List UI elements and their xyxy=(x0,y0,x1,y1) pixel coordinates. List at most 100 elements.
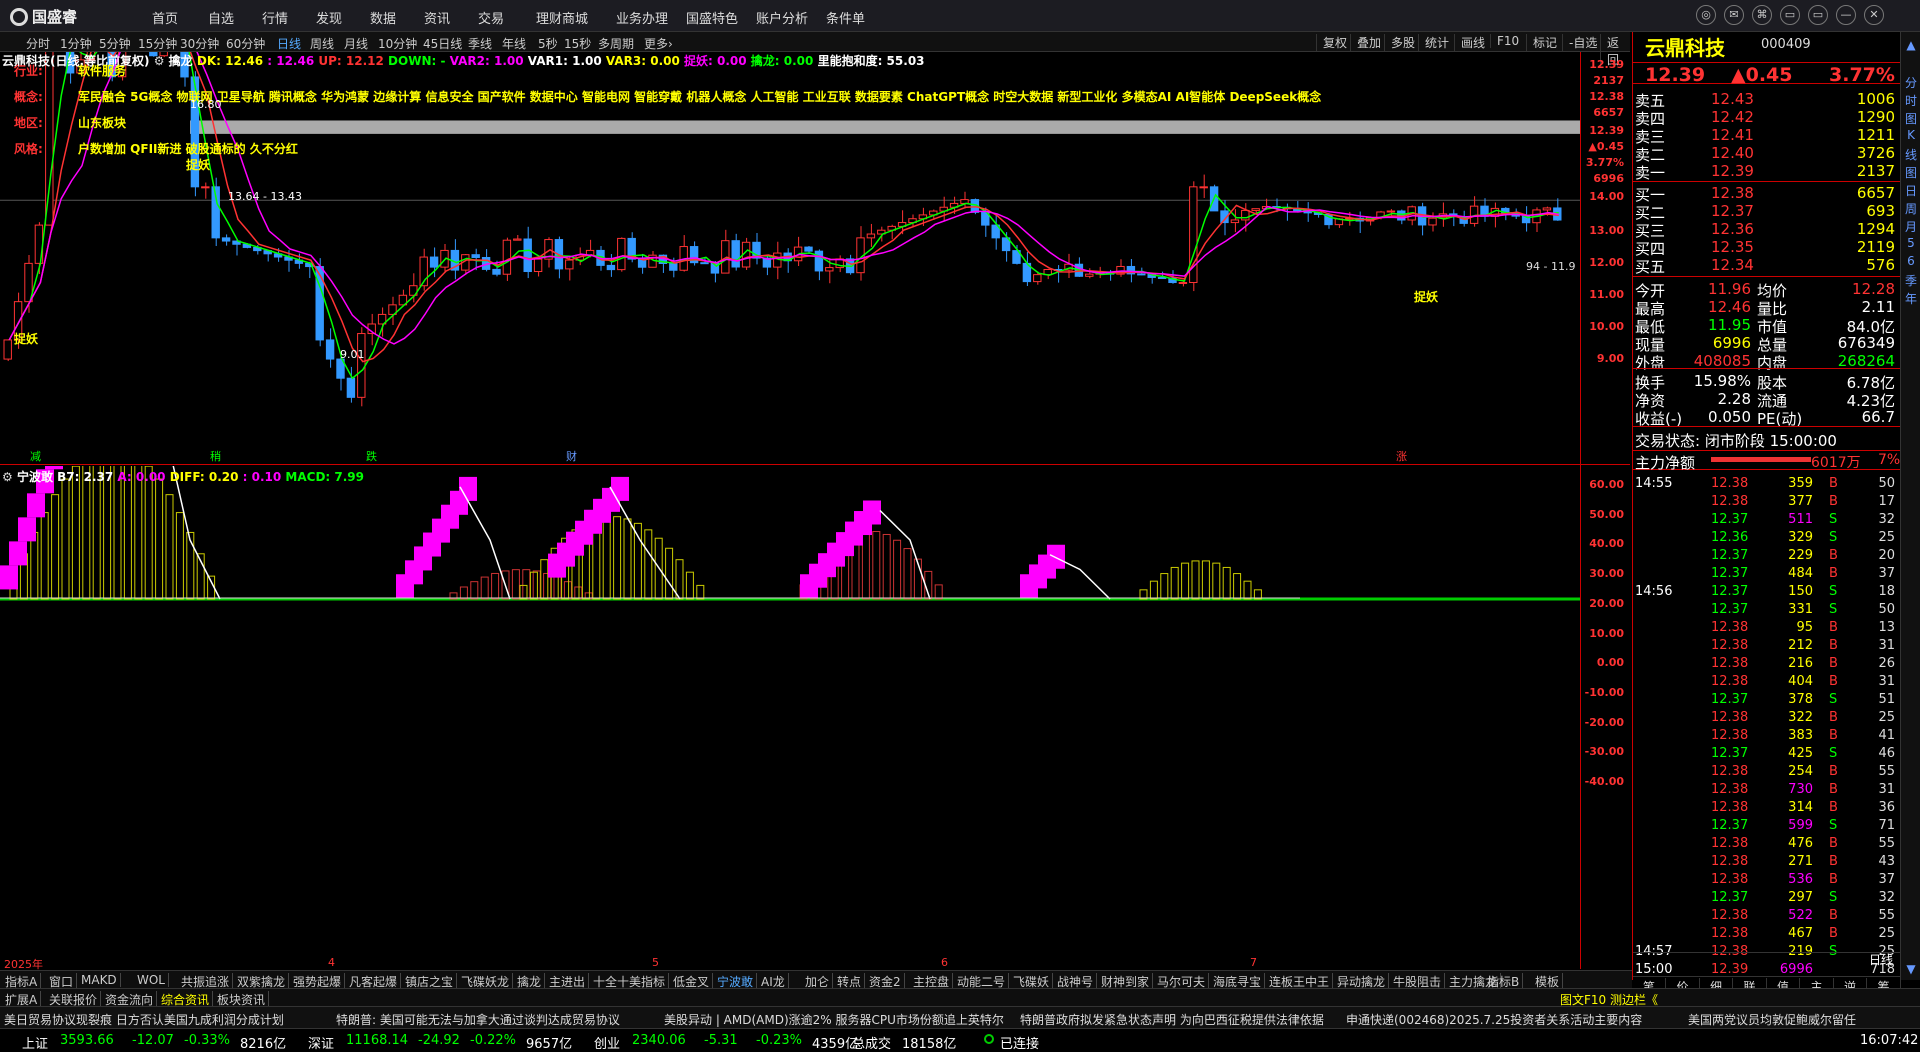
bid-price: 12.35 xyxy=(1711,238,1754,256)
menu-item[interactable]: 行情 xyxy=(262,8,288,27)
bid-row[interactable]: 买一 12.38 6657 xyxy=(1633,184,1901,204)
gear-icon[interactable]: ⚙ xyxy=(154,54,169,68)
window-button[interactable]: ▭ xyxy=(1780,5,1800,25)
menu-item[interactable]: 理财商城 xyxy=(536,8,588,27)
window-button[interactable]: — xyxy=(1836,5,1856,25)
trade-row: 12.38 730 B 31 xyxy=(1633,782,1901,800)
trade-side: B xyxy=(1829,908,1838,923)
sidebar-item[interactable]: 图 xyxy=(1901,110,1920,127)
indicator-tab[interactable]: WOL xyxy=(134,973,169,987)
menu-item[interactable]: 条件单 xyxy=(826,8,865,27)
window-button[interactable]: ▭ xyxy=(1808,5,1828,25)
sidebar-item[interactable]: 线 xyxy=(1901,146,1920,163)
index-name[interactable]: 上证 xyxy=(22,1033,48,1052)
menu-item[interactable]: 资讯 xyxy=(424,8,450,27)
period-tab[interactable]: 多周期 xyxy=(598,35,634,52)
menu-item[interactable]: 自选 xyxy=(208,8,234,27)
news-item[interactable]: 特朗普政府拟发紧急状态声明 为向巴西征税提供法律依据 xyxy=(1020,1011,1324,1028)
gear-icon[interactable]: ⚙ xyxy=(2,470,17,484)
candle-body xyxy=(221,237,231,242)
news-item[interactable]: 美股异动 | AMD(AMD)涨逾2% 服务器CPU市场份额追上英特尔 xyxy=(664,1011,1004,1028)
sidebar-item[interactable]: 月 xyxy=(1901,218,1920,235)
period-tab[interactable]: 5分钟 xyxy=(99,35,131,52)
sidebar-item[interactable]: ▼ xyxy=(1901,962,1920,976)
window-button[interactable]: ⌘ xyxy=(1752,5,1772,25)
sidebar-item[interactable]: 时 xyxy=(1901,92,1920,109)
period-tab[interactable]: 月线 xyxy=(344,35,368,52)
sidebar-item[interactable]: 周 xyxy=(1901,200,1920,217)
chart-tool-button[interactable]: 统计 xyxy=(1418,34,1449,51)
period-tab[interactable]: 更多› xyxy=(644,35,673,52)
kline-svg xyxy=(0,0,1580,407)
ask-row[interactable]: 卖一 12.39 2137 xyxy=(1633,162,1901,182)
index-name[interactable]: 深证 xyxy=(308,1033,334,1052)
chart-tool-button[interactable]: 多股 xyxy=(1384,34,1415,51)
sidebar-item[interactable]: 季 xyxy=(1901,272,1920,289)
chart-tool-button[interactable]: 复权 xyxy=(1316,34,1347,51)
indicator-tab[interactable]: MAKD xyxy=(78,973,121,987)
bid-row[interactable]: 买三 12.36 1294 xyxy=(1633,220,1901,240)
ask-row[interactable]: 卖五 12.43 1006 xyxy=(1633,90,1901,110)
chart-tool-button[interactable]: F10 xyxy=(1490,34,1519,48)
ask-row[interactable]: 卖三 12.41 1211 xyxy=(1633,126,1901,146)
menu-item[interactable]: 国盛特色 xyxy=(686,8,738,27)
window-button[interactable]: ◎ xyxy=(1696,5,1716,25)
bid-row[interactable]: 买四 12.35 2119 xyxy=(1633,238,1901,258)
trade-price: 12.38 xyxy=(1711,764,1749,779)
news-item[interactable]: 特朗普: 美国可能无法与加拿大通过谈判达成贸易协议 xyxy=(336,1011,620,1028)
period-tab[interactable]: 60分钟 xyxy=(226,35,265,52)
kline-chart[interactable]: 云鼎科技(日线,等比前复权) ⚙ 擒龙 DK: 12.46 : 12.46 UP… xyxy=(0,0,1630,465)
news-item[interactable]: 美国两党议员均敦促鲍威尔留任 xyxy=(1688,1011,1856,1028)
window-button[interactable]: ✕ xyxy=(1864,5,1884,25)
candle-body xyxy=(866,233,876,239)
chart-tool-button[interactable]: -自选 xyxy=(1562,34,1597,51)
index-name[interactable]: 创业 xyxy=(594,1033,620,1052)
trade-count: 71 xyxy=(1878,818,1895,833)
sidebar-item[interactable]: 图 xyxy=(1901,164,1920,181)
news-item[interactable]: 申通快递(002468)2025.7.25投资者关系活动主要内容 xyxy=(1346,1011,1642,1028)
menu-item[interactable]: 数据 xyxy=(370,8,396,27)
period-tab[interactable]: 15分钟 xyxy=(138,35,177,52)
period-tab[interactable]: 季线 xyxy=(468,35,492,52)
period-tab[interactable]: 分时 xyxy=(26,35,50,52)
chart-tool-button[interactable]: 叠加 xyxy=(1350,34,1381,51)
sidebar-item[interactable]: 5 xyxy=(1901,236,1920,250)
menu-item[interactable]: 业务办理 xyxy=(616,8,668,27)
bid-volume: 1294 xyxy=(1856,220,1895,238)
sidebar-item[interactable]: ▲ xyxy=(1901,38,1920,52)
trade-list[interactable]: 14:55 12.38 359 B 50 12.38 377 B 17 12.37 511 S 32 12… xyxy=(1633,476,1901,977)
window-button[interactable]: ✉ xyxy=(1724,5,1744,25)
menu-item[interactable]: 交易 xyxy=(478,8,504,27)
trade-row: 12.38 212 B 31 xyxy=(1633,638,1901,656)
sidebar-item[interactable]: 日 xyxy=(1901,182,1920,199)
period-tab[interactable]: 45日线 xyxy=(423,35,462,52)
period-tab[interactable]: 1分钟 xyxy=(60,35,92,52)
stock-name: 云鼎科技 xyxy=(1645,36,1725,60)
chart-tool-button[interactable]: 标记 xyxy=(1526,34,1557,51)
sidebar-item[interactable]: K xyxy=(1901,128,1920,142)
ask-volume: 1211 xyxy=(1856,126,1895,144)
sidebar-item[interactable]: 分 xyxy=(1901,74,1920,91)
period-tab[interactable]: 周线 xyxy=(310,35,334,52)
trade-price: 12.37 xyxy=(1711,566,1749,581)
ask-row[interactable]: 卖四 12.42 1290 xyxy=(1633,108,1901,128)
menu-item[interactable]: 首页 xyxy=(152,8,178,27)
news-item[interactable]: 美日贸易协议现裂痕 日方否认美国九成利润分成计划 xyxy=(4,1011,284,1028)
bid-row[interactable]: 买五 12.34 576 xyxy=(1633,256,1901,276)
period-tab[interactable]: 5秒 xyxy=(538,35,558,52)
sidebar-item[interactable]: 6 xyxy=(1901,254,1920,268)
period-tab[interactable]: 年线 xyxy=(502,35,526,52)
menu-item[interactable]: 账户分析 xyxy=(756,8,808,27)
period-tab[interactable]: 10分钟 xyxy=(378,35,417,52)
bid-row[interactable]: 买二 12.37 693 xyxy=(1633,202,1901,222)
y-tick-sub: -20.00 xyxy=(1584,715,1624,729)
sidebar-item[interactable]: 年 xyxy=(1901,290,1920,307)
indicator-bar xyxy=(903,548,912,600)
menu-item[interactable]: 发现 xyxy=(316,8,342,27)
indicator-chart[interactable]: ⚙ 宁波敢 B7: 2.37 A: 0.00 DIFF: 0.20 : 0.10… xyxy=(0,382,1630,969)
ask-row[interactable]: 卖二 12.40 3726 xyxy=(1633,144,1901,164)
chart-tool-button[interactable]: 画线 xyxy=(1454,34,1485,51)
period-tab[interactable]: 15秒 xyxy=(564,35,591,52)
period-tab[interactable]: 日线 xyxy=(277,35,301,52)
period-tab[interactable]: 30分钟 xyxy=(180,35,219,52)
